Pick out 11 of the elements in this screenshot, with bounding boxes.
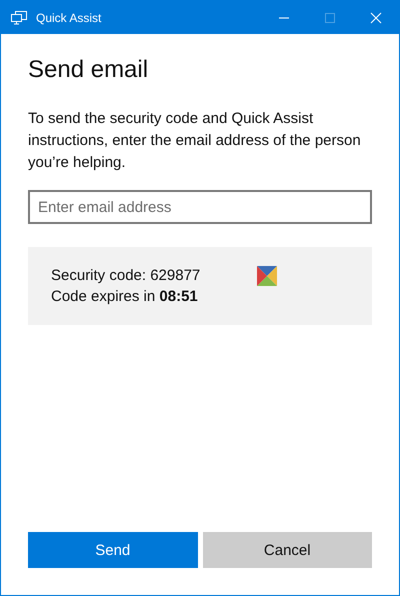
security-code-text: Security code: 629877 <box>51 266 200 286</box>
email-field[interactable]: Enter email address <box>28 190 372 224</box>
close-icon[interactable] <box>370 12 382 24</box>
monitors-icon <box>11 10 27 24</box>
page-heading: Send email <box>28 56 150 84</box>
colored-square-icon <box>257 266 278 286</box>
instructions-text: To send the security code and Quick Assist instructions, enter the email address of the person you’re helping. <box>28 109 362 173</box>
expiry-text: Code expires in 08:51 <box>51 287 199 307</box>
send-button[interactable]: Send <box>28 532 198 568</box>
window-title: Quick Assist <box>36 10 102 24</box>
cancel-button[interactable]: Cancel <box>202 532 372 568</box>
